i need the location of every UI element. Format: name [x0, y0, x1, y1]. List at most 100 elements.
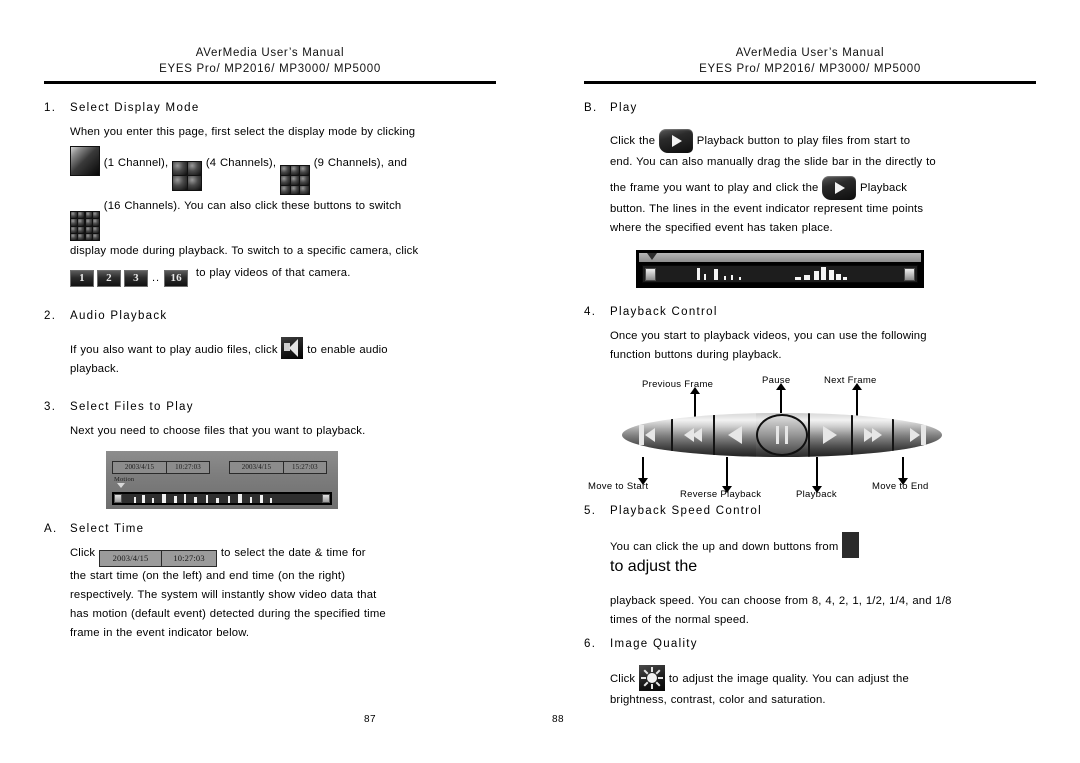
- section-2-heading-row: 2. Audio Playback: [44, 310, 496, 322]
- section-2-marker: 2.: [44, 310, 57, 323]
- pointer-move-to-start: [639, 457, 648, 485]
- end-datetime-field[interactable]: 2003/4/15 15:27:03: [228, 460, 327, 474]
- button-reverse-playback[interactable]: [671, 413, 713, 457]
- button-pause[interactable]: [755, 414, 808, 456]
- section-2-line-2: playback.: [70, 363, 120, 376]
- event-indicator-bar[interactable]: [112, 492, 332, 506]
- button-playback[interactable]: [807, 413, 851, 457]
- playback-button-icon-1[interactable]: [658, 129, 693, 153]
- speed-spinner-icon[interactable]: [842, 532, 860, 558]
- audio-speaker-icon[interactable]: [281, 337, 304, 360]
- label-reverse-playback: Reverse Playback: [680, 489, 762, 500]
- section-4-body: Once you start to playback videos, you c…: [584, 318, 1036, 365]
- subsection-a-click-word: Click: [70, 547, 96, 560]
- manual-models-right: EYES Pro/ MP2016/ MP3000/ MP5000: [699, 63, 921, 75]
- button-move-to-start[interactable]: [622, 413, 672, 457]
- section-4-marker: 4.: [584, 306, 597, 318]
- section-6-heading-row: 6. Image Quality: [584, 638, 1036, 650]
- subsection-b-text-after: Playback button to play files from start…: [696, 135, 911, 147]
- section-3-heading-row: 3. Select Files to Play: [44, 401, 496, 413]
- section-3-heading: Select Files to Play: [70, 401, 194, 414]
- subsection-a-line-3: respectively. The system will instantly …: [70, 589, 377, 602]
- running-head-right: AVerMedia User’s Manual EYES Pro/ MP2016…: [584, 46, 1036, 84]
- running-head-left: AVerMedia User’s Manual EYES Pro/ MP2016…: [44, 46, 496, 84]
- section-3-para-1: Next you need to choose files that you w…: [70, 425, 366, 438]
- slider-handle-right[interactable]: [904, 267, 915, 281]
- subsection-b-line-2: end. You can also manually drag the slid…: [610, 156, 936, 168]
- section-6-text-before: Click: [610, 673, 636, 685]
- display-mode-1-channel-icon[interactable]: [70, 146, 100, 176]
- display-mode-16-channel-icon[interactable]: [70, 211, 100, 242]
- display-mode-4-channel-icon[interactable]: [172, 160, 203, 191]
- section-4-para-1: Once you start to playback videos, you c…: [610, 330, 927, 342]
- display-mode-9-channel-icon[interactable]: [279, 165, 310, 196]
- event-histogram-track[interactable]: [658, 266, 902, 282]
- camera-button-1[interactable]: 1: [70, 270, 94, 288]
- section-2-text-after: to enable audio: [307, 344, 388, 357]
- manual-title-left: AVerMedia User’s Manual: [195, 47, 345, 59]
- end-time-value: 15:27:03: [292, 463, 318, 472]
- timeline-marker-icon: [647, 253, 657, 260]
- button-previous-frame[interactable]: [712, 413, 756, 457]
- datetime-selector-chip[interactable]: 2003/4/15 10:27:03: [99, 550, 218, 568]
- subsection-b-body: Click the Playback button to play files …: [584, 114, 1036, 238]
- page-right: AVerMedia User’s Manual EYES Pro/ MP2016…: [540, 0, 1080, 763]
- camera-button-3[interactable]: 3: [124, 270, 148, 288]
- section-1-body: When you enter this page, first select t…: [44, 114, 496, 288]
- section-6-body: Click to adjust the image quality. You c…: [584, 650, 1036, 710]
- label-move-to-start: Move to Start: [588, 481, 649, 492]
- subsection-a-line-2: the start time (on the left) and end tim…: [70, 570, 346, 583]
- playback-button-icon-2[interactable]: [822, 176, 857, 200]
- subsection-a-line-5: frame in the event indicator below.: [70, 627, 250, 640]
- section-5-heading: Playback Speed Control: [610, 505, 762, 517]
- header-rule-right: [584, 81, 1036, 84]
- section-6-line-1: Click to adjust the image quality. You c…: [610, 665, 1036, 691]
- chip-date-value: 2003/4/15: [100, 551, 163, 567]
- section-2-line-1: If you also want to play audio files, cl…: [70, 337, 496, 360]
- section-5-text-after: to adjust the: [610, 558, 698, 575]
- section-1-heading: Select Display Mode: [70, 102, 200, 114]
- camera-button-16[interactable]: 16: [164, 270, 189, 288]
- button-next-frame[interactable]: [850, 413, 893, 457]
- pointer-reverse-playback: [723, 457, 732, 493]
- section-1-para-1: When you enter this page, first select t…: [70, 126, 416, 138]
- event-indicator-timeline[interactable]: [639, 253, 921, 262]
- subsection-a-line-1: Click 2003/4/15 10:27:03 to select the d…: [70, 544, 496, 568]
- image-quality-sun-icon[interactable]: [639, 665, 666, 691]
- section-2-text-before: If you also want to play audio files, cl…: [70, 344, 278, 357]
- subsection-a-heading: Select Time: [70, 523, 145, 536]
- playback-control-bar: [622, 413, 942, 457]
- label-1-channel: (1 Channel),: [103, 157, 169, 169]
- page-left: AVerMedia User’s Manual EYES Pro/ MP2016…: [0, 0, 540, 763]
- start-time-value: 10:27:03: [175, 463, 201, 472]
- event-handle-right[interactable]: [322, 494, 330, 504]
- event-track[interactable]: [122, 494, 322, 504]
- start-datetime-field[interactable]: 2003/4/15 10:27:03: [112, 460, 210, 474]
- section-5-text-before: You can click the up and down buttons fr…: [610, 541, 839, 553]
- subsection-b-line-4: button. The lines in the event indicator…: [610, 203, 924, 215]
- chip-time-value: 10:27:03: [173, 553, 205, 564]
- subsection-b-line-5: where the specified event has taken plac…: [610, 222, 833, 234]
- label-9-channels: (9 Channels), and: [313, 157, 408, 169]
- section-5-line-1: You can click the up and down buttons fr…: [610, 532, 1036, 558]
- subsection-b-line3-before: the frame you want to play and click the: [610, 182, 819, 194]
- section-6-heading: Image Quality: [610, 638, 698, 650]
- select-files-screenshot: 2003/4/15 10:27:03 2003/4/15 15:27:03 Mo…: [106, 451, 338, 510]
- subsection-b-marker: B.: [584, 102, 598, 114]
- camera-button-2[interactable]: 2: [97, 270, 121, 288]
- slider-handle-left[interactable]: [645, 267, 656, 281]
- event-handle-left[interactable]: [114, 494, 122, 504]
- section-5-line-3: times of the normal speed.: [610, 614, 750, 626]
- subsection-b-text-before: Click the: [610, 135, 656, 147]
- event-indicator-slider[interactable]: [642, 265, 918, 283]
- section-6-line-2: brightness, contrast, color and saturati…: [610, 694, 826, 706]
- camera-ellipsis: ..: [152, 272, 161, 285]
- pointer-move-to-end: [899, 457, 908, 485]
- camera-button-row: 1 2 3 .. 16: [70, 269, 189, 288]
- section-1-heading-row: 1. Select Display Mode: [44, 102, 496, 114]
- label-16-channels: (16 Channels). You can also click these …: [103, 200, 402, 213]
- button-move-to-end[interactable]: [892, 413, 942, 457]
- section-6-marker: 6.: [584, 638, 597, 650]
- section-4-para-2: function buttons during playback.: [610, 349, 782, 361]
- header-rule-left: [44, 81, 496, 84]
